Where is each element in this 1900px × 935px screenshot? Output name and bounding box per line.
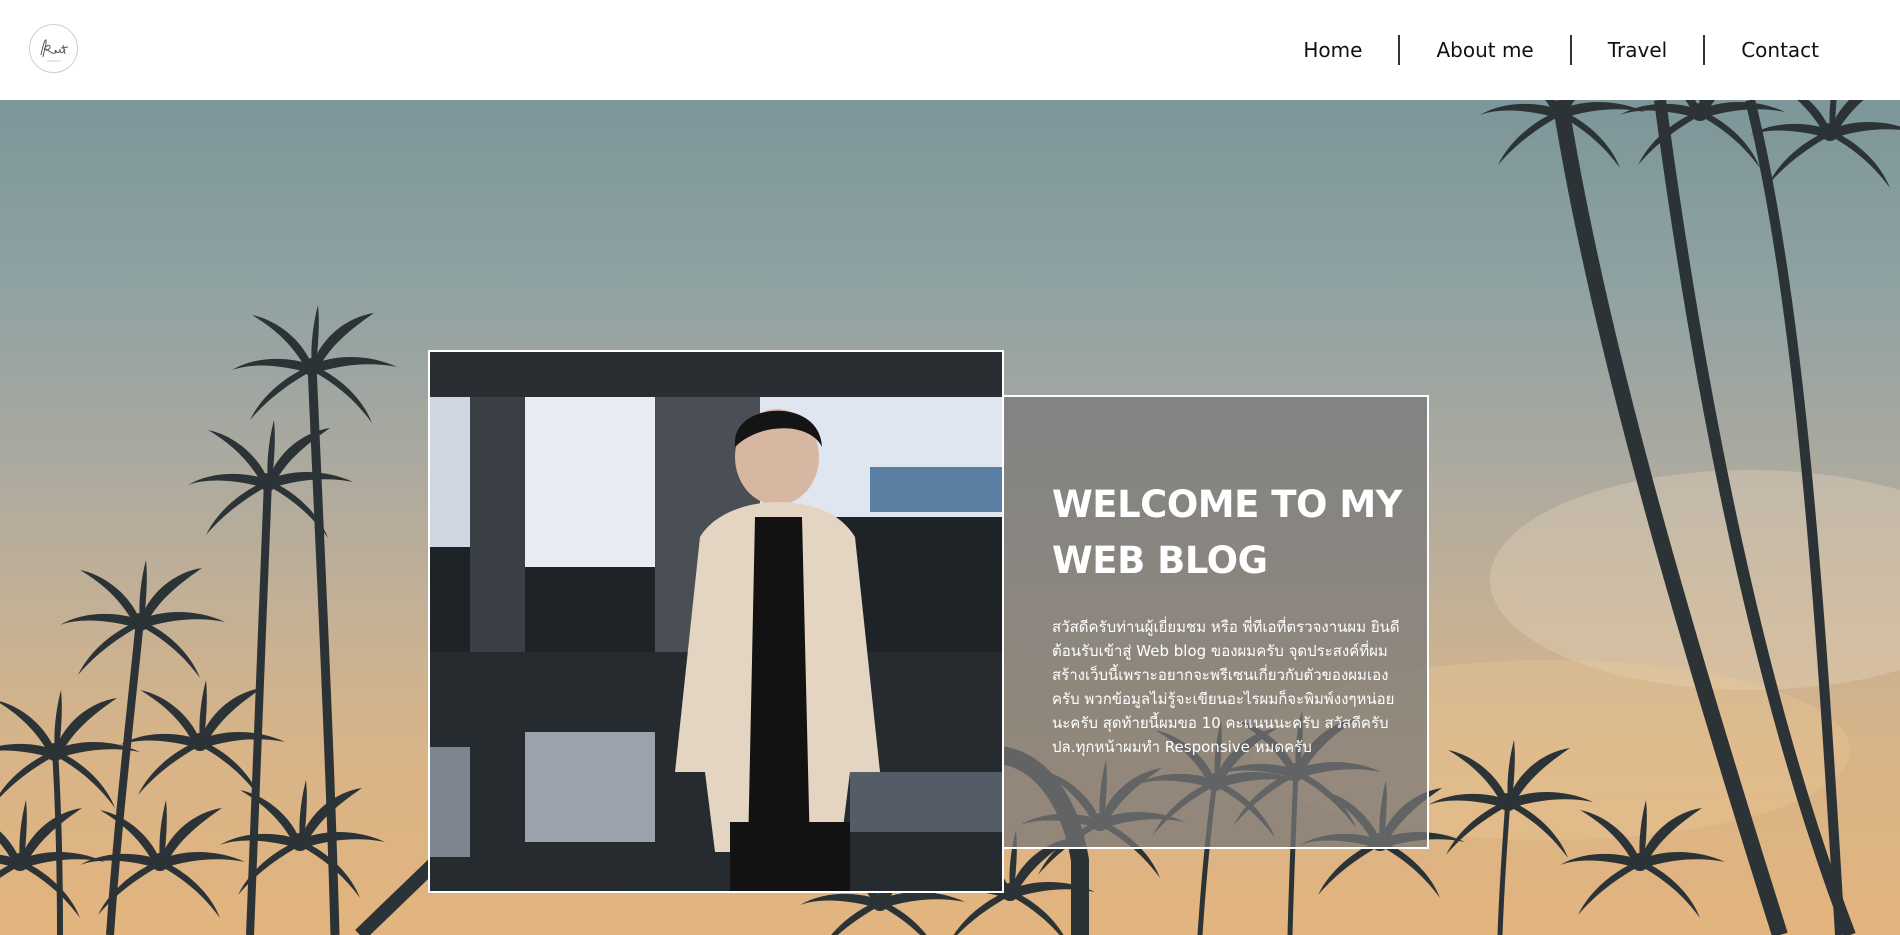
hero-section: WELCOME TO MY WEB BLOG สวัสดีครับท่านผู้… — [0, 100, 1900, 935]
main-nav: Home About me Travel Contact — [1267, 30, 1855, 70]
nav-contact-link[interactable]: Contact — [1705, 35, 1855, 65]
signature-logo-icon[interactable] — [29, 24, 78, 73]
welcome-title: WELCOME TO MY WEB BLOG — [1052, 483, 1402, 582]
nav-about-link[interactable]: About me — [1400, 35, 1569, 65]
nav-travel-link[interactable]: Travel — [1572, 35, 1703, 65]
welcome-card: WELCOME TO MY WEB BLOG สวัสดีครับท่านผู้… — [1004, 395, 1429, 849]
nav-home-link[interactable]: Home — [1267, 35, 1398, 65]
welcome-text: สวัสดีครับท่านผู้เยี่ยมชม หรือ พี่ทีเอที… — [1052, 618, 1400, 756]
portrait-photo — [428, 350, 1004, 893]
site-header: Home About me Travel Contact — [0, 0, 1900, 100]
